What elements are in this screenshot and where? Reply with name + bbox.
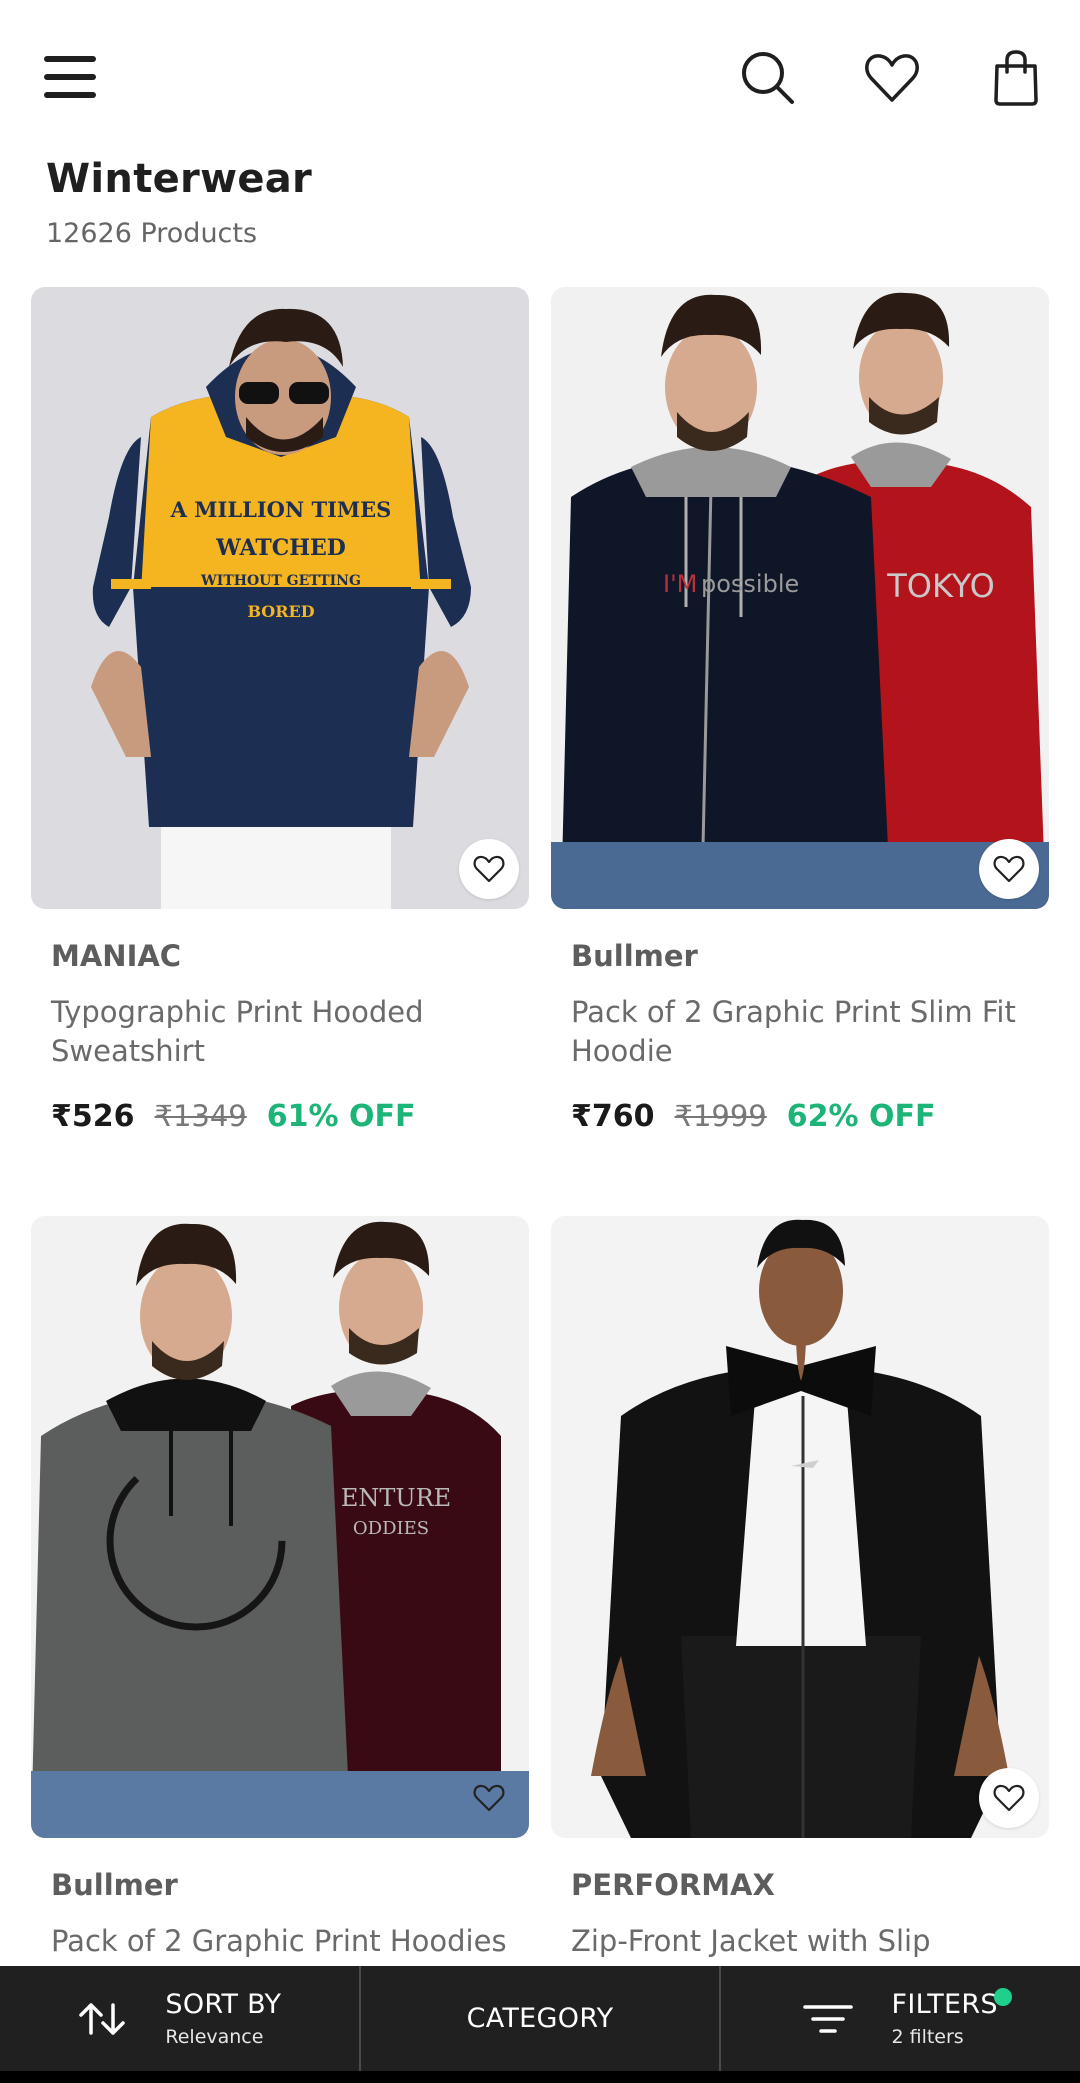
price-row: ₹760 ₹1999 62% OFF	[571, 1099, 1049, 1134]
product-count: 12626 Products	[46, 218, 258, 249]
sort-by-value: Relevance	[165, 2026, 264, 2048]
filter-lines-icon	[803, 2004, 854, 2033]
bottom-action-bar: SORT BY Relevance CATEGORY FILTERS 2 fil…	[0, 1966, 1080, 2083]
active-filter-dot	[994, 1988, 1013, 2006]
print-line: A MILLION TIMES	[170, 497, 392, 522]
product-card[interactable]: TOKYO I'M possible Bullmer Pack of 2 Gra…	[551, 287, 1049, 1134]
category-header: Winterwear 12626 Products	[46, 156, 312, 249]
print-line: WATCHED	[215, 535, 346, 561]
filters-button[interactable]: FILTERS 2 filters	[721, 1966, 1080, 2071]
hamburger-menu-icon[interactable]	[44, 56, 98, 100]
product-brand: PERFORMAX	[571, 1868, 775, 1902]
sort-arrows-icon	[79, 2002, 126, 2035]
wishlist-heart-icon[interactable]	[979, 1768, 1039, 1828]
wishlist-heart-icon[interactable]	[459, 1768, 519, 1828]
product-brand: MANIAC	[51, 939, 182, 973]
wishlist-heart-icon[interactable]	[459, 839, 519, 899]
product-image[interactable]: TOKYO I'M possible	[551, 287, 1049, 909]
print-line: ENTURE	[341, 1484, 451, 1512]
filters-label: FILTERS	[891, 1989, 998, 2020]
print-line: TOKYO	[886, 567, 995, 605]
selling-price: ₹526	[51, 1099, 135, 1134]
discount-badge: 62% OFF	[786, 1099, 936, 1134]
top-header	[0, 0, 1080, 150]
sort-by-button[interactable]: SORT BY Relevance	[0, 1966, 359, 2071]
print-line: WITHOUT GETTING	[200, 573, 361, 589]
print-line: ODDIES	[353, 1518, 429, 1539]
heart-icon[interactable]	[862, 48, 922, 108]
shopping-bag-icon[interactable]	[986, 48, 1046, 108]
product-name[interactable]: Pack of 2 Graphic Print Slim Fit Hoodie	[571, 993, 1041, 1071]
original-price: ₹1999	[674, 1099, 767, 1133]
print-line: BORED	[247, 602, 314, 621]
product-card[interactable]: PERFORMAX Zip-Front Jacket with Slip Poc…	[551, 1216, 1049, 2000]
original-price: ₹1349	[154, 1099, 247, 1133]
selling-price: ₹760	[571, 1099, 655, 1134]
sort-by-label: SORT BY	[165, 1989, 282, 2020]
wishlist-heart-icon[interactable]	[979, 839, 1039, 899]
product-name[interactable]: Pack of 2 Graphic Print Hoodies	[51, 1922, 521, 1961]
page-title: Winterwear	[46, 156, 313, 202]
product-card[interactable]: ENTURE ODDIES Bullmer Pack of 2 Graphic …	[31, 1216, 529, 1961]
product-image[interactable]: A MILLION TIMES WATCHED WITHOUT GETTING …	[31, 287, 529, 909]
product-card[interactable]: A MILLION TIMES WATCHED WITHOUT GETTING …	[31, 287, 529, 1134]
product-brand: Bullmer	[571, 939, 698, 973]
product-brand: Bullmer	[51, 1868, 178, 1902]
search-icon[interactable]	[738, 48, 798, 108]
filters-count: 2 filters	[891, 2026, 964, 2048]
print-line: I'M	[663, 570, 697, 598]
discount-badge: 61% OFF	[266, 1099, 416, 1134]
product-name[interactable]: Typographic Print Hooded Sweatshirt	[51, 993, 521, 1071]
print-line: possible	[701, 570, 799, 598]
product-image[interactable]	[551, 1216, 1049, 1838]
category-label: CATEGORY	[466, 2003, 614, 2034]
category-button[interactable]: CATEGORY	[361, 1966, 720, 2071]
product-image[interactable]: ENTURE ODDIES	[31, 1216, 529, 1838]
price-row: ₹526 ₹1349 61% OFF	[51, 1099, 529, 1134]
nav-strip	[0, 2071, 1080, 2083]
